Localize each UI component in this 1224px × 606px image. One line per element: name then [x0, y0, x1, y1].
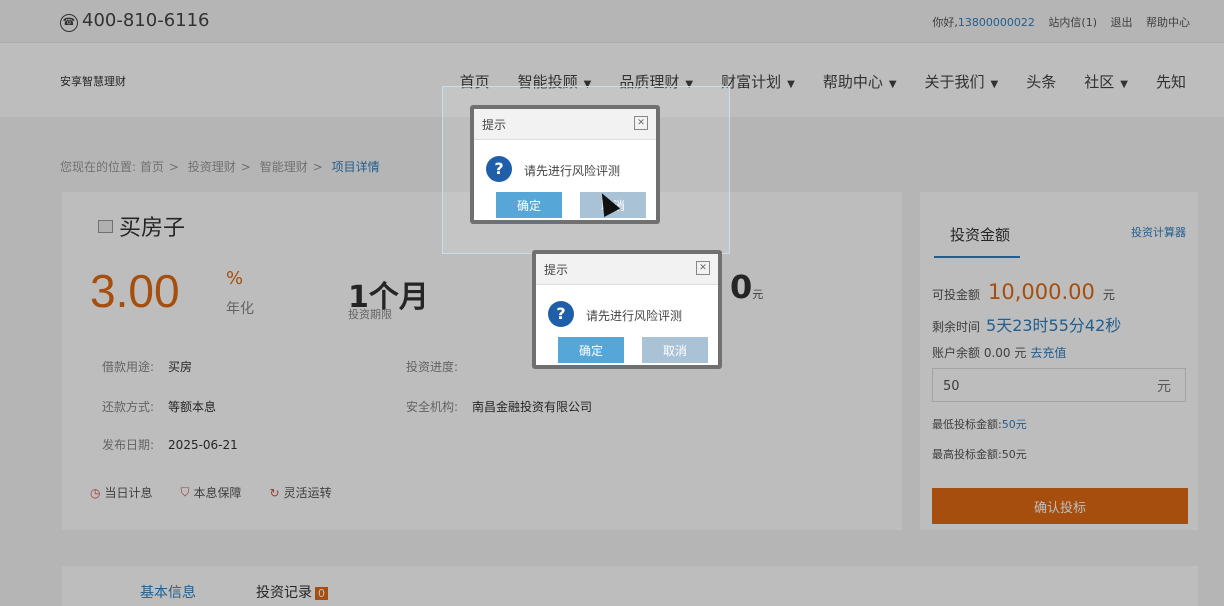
- ok-button[interactable]: 确定: [558, 337, 624, 363]
- dialog-message: 请先进行风险评测: [586, 309, 683, 323]
- close-icon[interactable]: ✕: [634, 116, 648, 130]
- prompt-dialog-1: 提示 ✕ ? 请先进行风险评测 确定 取消: [470, 105, 660, 224]
- dialog-title: 提示: [544, 263, 569, 277]
- dialog-title: 提示: [482, 118, 507, 132]
- prompt-dialog-2: 提示 ✕ ? 请先进行风险评测 确定 取消: [532, 250, 722, 369]
- dialog-header: 提示 ✕: [474, 109, 656, 140]
- question-icon: ?: [548, 301, 574, 327]
- dialog-body: ? 请先进行风险评测 确定 取消: [474, 140, 656, 220]
- dialog-message: 请先进行风险评测: [524, 164, 621, 178]
- question-icon: ?: [486, 156, 512, 182]
- cancel-button[interactable]: 取消: [642, 337, 708, 363]
- dialog-body: ? 请先进行风险评测 确定 取消: [536, 285, 718, 365]
- dialog-header: 提示 ✕: [536, 254, 718, 285]
- close-icon[interactable]: ✕: [696, 261, 710, 275]
- ok-button[interactable]: 确定: [496, 192, 562, 218]
